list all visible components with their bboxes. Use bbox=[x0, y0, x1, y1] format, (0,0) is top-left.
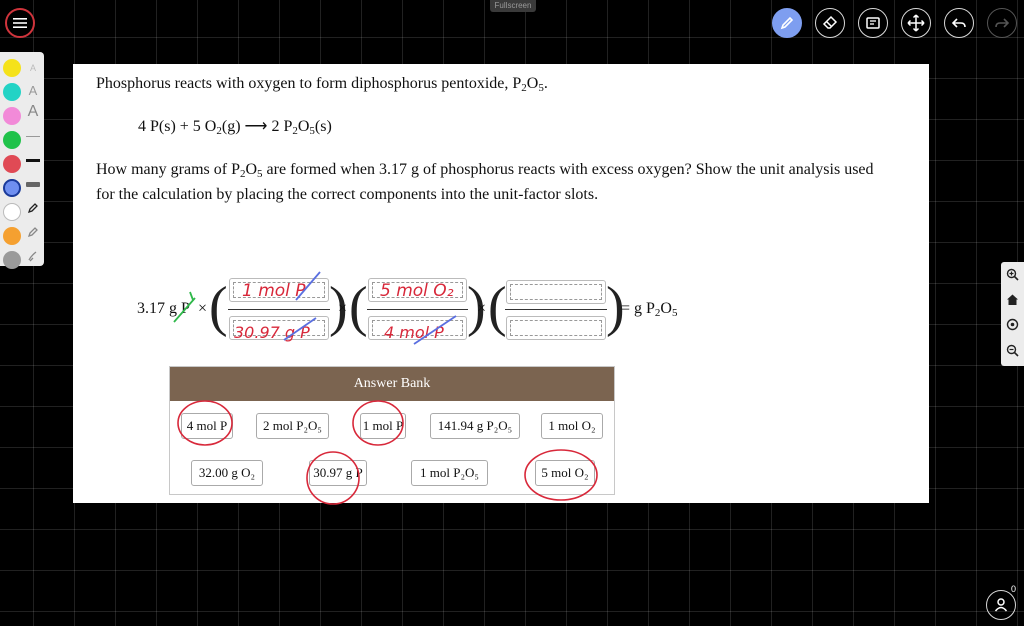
handwritten-factor1-denominator: 30.97 g P bbox=[234, 323, 310, 342]
circle-mark-1-mol-p bbox=[352, 400, 404, 446]
circle-mark-5-mol-o2 bbox=[524, 449, 598, 501]
annotation-layer: 1 mol P 30.97 g P 5 mol O₂ 4 mol P bbox=[173, 271, 598, 505]
participants-button[interactable] bbox=[986, 590, 1016, 620]
zoom-toolbar bbox=[1001, 262, 1024, 366]
home-icon bbox=[1007, 294, 1018, 305]
handwritten-factor2-numerator: 5 mol O₂ bbox=[380, 281, 454, 301]
zoom-in-button[interactable] bbox=[1004, 266, 1021, 283]
target-icon bbox=[1006, 318, 1019, 331]
participant-count: 0 bbox=[1011, 584, 1017, 594]
circle-mark-4-mol-p bbox=[177, 400, 233, 446]
handwritten-factor2-denominator: 4 mol P bbox=[384, 323, 444, 342]
circle-mark-30-97-g-p bbox=[306, 451, 360, 505]
strike-mark-start-unit bbox=[173, 291, 196, 323]
home-button[interactable] bbox=[1004, 291, 1021, 308]
zoom-out-icon bbox=[1006, 344, 1019, 357]
fit-button[interactable] bbox=[1004, 316, 1021, 333]
zoom-in-icon bbox=[1006, 268, 1019, 281]
zoom-out-button[interactable] bbox=[1004, 342, 1021, 359]
user-icon bbox=[994, 598, 1008, 612]
